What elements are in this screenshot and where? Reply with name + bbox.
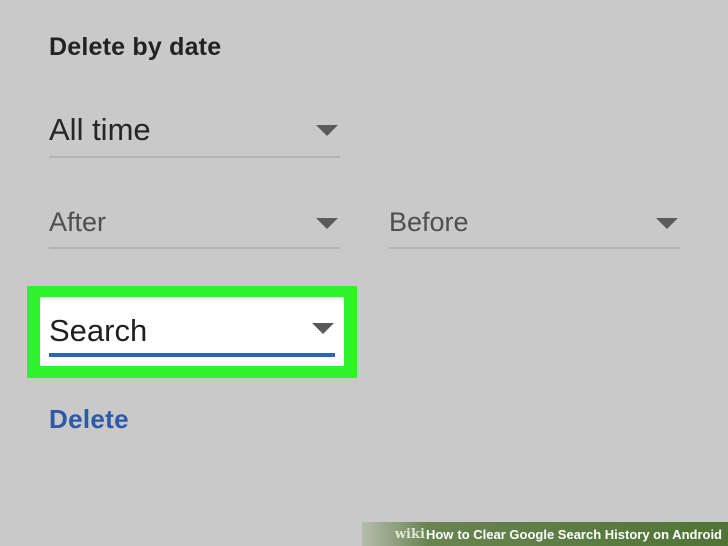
watermark-title: to Clear Google Search History on Androi…: [457, 526, 722, 542]
after-date-underline: [49, 247, 340, 249]
date-range-underline: [49, 156, 340, 158]
product-value: Search: [49, 313, 148, 348]
section-heading: Delete by date: [49, 33, 222, 61]
after-date-dropdown[interactable]: After: [49, 205, 340, 249]
watermark-brand: wiki: [394, 526, 425, 542]
product-dropdown[interactable]: Search: [49, 305, 335, 357]
dropdown-arrow-icon[interactable]: [312, 323, 334, 334]
before-date-value: Before: [389, 207, 469, 237]
dropdown-arrow-icon[interactable]: [316, 125, 338, 136]
delete-button[interactable]: Delete: [49, 404, 129, 435]
after-date-value: After: [49, 207, 107, 237]
before-date-underline: [389, 247, 680, 249]
highlight-inner: Search: [40, 297, 344, 366]
watermark-how: How: [425, 526, 454, 542]
dropdown-arrow-icon[interactable]: [656, 218, 678, 229]
product-underline: [49, 353, 335, 357]
watermark-banner: wiki How to Clear Google Search History …: [362, 522, 728, 546]
date-range-value: All time: [49, 112, 151, 147]
dropdown-arrow-icon[interactable]: [316, 218, 338, 229]
highlight-box: Search: [27, 286, 357, 378]
date-range-dropdown[interactable]: All time: [49, 108, 340, 158]
before-date-dropdown[interactable]: Before: [389, 205, 680, 249]
